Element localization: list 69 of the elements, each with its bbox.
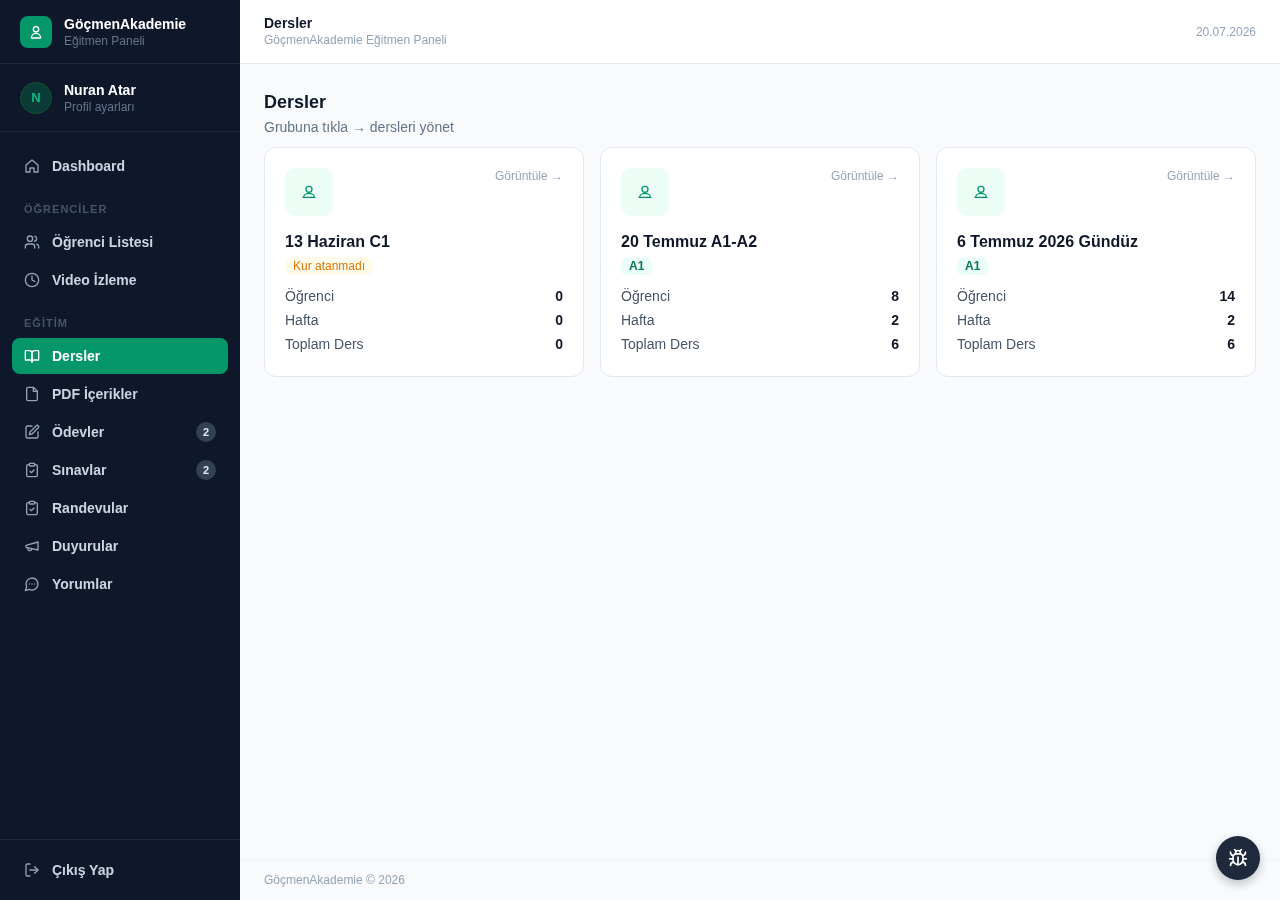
users-icon xyxy=(24,234,40,250)
page-title: Dersler xyxy=(264,91,328,114)
level-tag: A1 xyxy=(621,257,653,275)
group-title: 6 Temmuz 2026 Gündüz xyxy=(957,232,1140,252)
nav-item[interactable]: Öğrenci Listesi xyxy=(12,224,228,260)
stat-label: Öğrenci xyxy=(957,288,1007,304)
stat-label: Öğrenci xyxy=(285,288,335,304)
nav-section-heading: EĞİTİM xyxy=(23,316,69,331)
profile-settings-link[interactable]: Profil ayarları xyxy=(64,98,136,115)
stat-value: 2 xyxy=(1227,312,1235,328)
person-icon xyxy=(957,168,1005,216)
stat-value: 0 xyxy=(555,288,563,304)
nav-item[interactable]: Dersler xyxy=(12,338,228,374)
megaphone-icon xyxy=(24,538,40,554)
stat-label: Toplam Ders xyxy=(621,336,700,352)
file-icon xyxy=(24,386,40,402)
profile-name[interactable]: Nuran Atar xyxy=(64,80,136,99)
clipboard-check-icon xyxy=(24,462,40,478)
open-book-icon xyxy=(24,348,40,364)
count-badge: 2 xyxy=(196,422,216,442)
clipboard-check-icon xyxy=(24,500,40,516)
person-icon xyxy=(621,168,669,216)
stat-label: Hafta xyxy=(285,312,319,328)
chat-bubble-icon xyxy=(24,576,40,592)
nav-item[interactable]: Sınavlar 2 xyxy=(12,452,228,488)
header-title: Dersler xyxy=(264,14,314,32)
nav-item[interactable]: Dashboard xyxy=(12,148,228,184)
stat-label: Toplam Ders xyxy=(957,336,1036,352)
brand-title: GöçmenAkademie xyxy=(64,14,187,33)
nav-item[interactable]: Video İzleme xyxy=(12,262,228,298)
nav-item[interactable]: PDF İçerikler xyxy=(12,376,228,412)
group-card[interactable]: Görüntüle → 20 Temmuz A1-A2 A1 Öğrenci 8 Hafta 2 Toplam Ders 6 xyxy=(600,147,920,377)
stat-value: 6 xyxy=(1227,336,1235,352)
logout-icon xyxy=(24,862,40,878)
nav-item[interactable]: Duyurular xyxy=(12,528,228,564)
date-text: 20.07.2026 xyxy=(1195,24,1256,39)
group-card[interactable]: Görüntüle → 6 Temmuz 2026 Gündüz A1 Öğrenci 14 Hafta 2 Toplam Ders 6 xyxy=(936,147,1256,377)
level-tag: A1 xyxy=(957,257,989,275)
nav-item[interactable]: Randevular xyxy=(12,490,228,526)
clock-icon xyxy=(24,272,40,288)
nav-item[interactable]: Yorumlar xyxy=(12,566,228,602)
footer-text: GöçmenAkademie © 2026 xyxy=(264,873,405,887)
page-subtitle: Grubuna tıkla → dersleri yönet xyxy=(264,118,455,137)
pencil-square-icon xyxy=(24,424,40,440)
level-tag: Kur atanmadı xyxy=(285,257,374,275)
group-title: 20 Temmuz A1-A2 xyxy=(621,232,759,252)
group-title: 13 Haziran C1 xyxy=(285,232,391,252)
stat-label: Öğrenci xyxy=(621,288,671,304)
count-badge: 2 xyxy=(196,460,216,480)
header-subtitle: GöçmenAkademie Eğitmen Paneli xyxy=(264,32,447,49)
stat-label: Hafta xyxy=(957,312,991,328)
stat-value: 2 xyxy=(891,312,899,328)
stat-value: 0 xyxy=(555,312,563,328)
stat-value: 8 xyxy=(891,288,899,304)
stat-label: Toplam Ders xyxy=(285,336,364,352)
user-icon xyxy=(20,15,52,48)
avatar-initial[interactable]: N xyxy=(20,81,52,114)
home-icon xyxy=(24,158,40,174)
person-icon xyxy=(285,168,333,216)
bug-icon xyxy=(1228,848,1248,868)
stat-label: Hafta xyxy=(621,312,655,328)
stat-value: 6 xyxy=(891,336,899,352)
nav-section-heading: ÖĞRENCİLER xyxy=(23,202,109,217)
stat-value: 14 xyxy=(1219,288,1235,304)
logout-button[interactable]: Çıkış Yap xyxy=(12,852,228,888)
stat-value: 0 xyxy=(555,336,563,352)
group-card[interactable]: Görüntüle → 13 Haziran C1 Kur atanmadı Öğrenci 0 Hafta 0 Toplam Ders 0 xyxy=(264,147,584,377)
brand-subtitle: Eğitmen Paneli xyxy=(64,32,146,49)
nav-item[interactable]: Ödevler 2 xyxy=(12,414,228,450)
